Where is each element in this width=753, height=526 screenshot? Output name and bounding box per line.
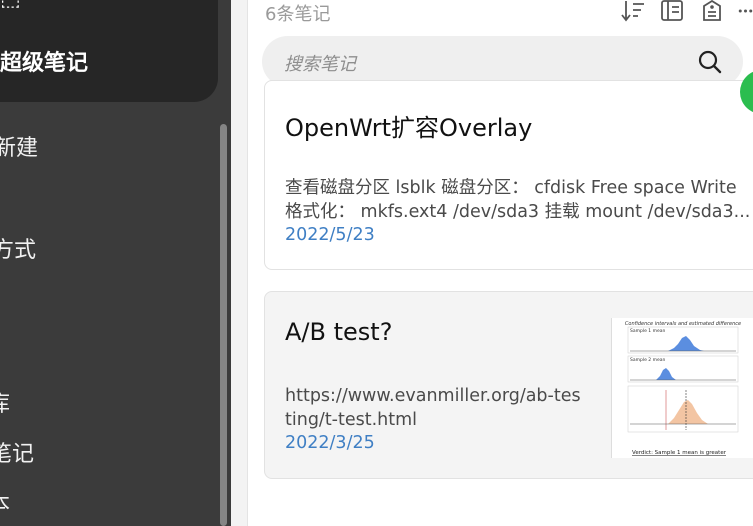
note-title: OpenWrt扩容Overlay bbox=[285, 114, 533, 142]
note-tag-icon[interactable] bbox=[700, 0, 724, 22]
sidebar-item-notes[interactable]: 笔记 bbox=[0, 436, 34, 468]
note-preview-line1: 查看磁盘分区 lsblk 磁盘分区： cfdisk Free space Wri… bbox=[285, 178, 737, 198]
search-icon[interactable] bbox=[697, 49, 723, 79]
sidebar-scrollbar[interactable] bbox=[220, 124, 227, 526]
thumb-panel2-label: Sample 2 mean bbox=[630, 357, 666, 363]
sidebar-item-partial[interactable]: ⬚ bbox=[0, 0, 21, 11]
note-card[interactable]: OpenWrt扩容Overlay 查看磁盘分区 lsblk 磁盘分区： cfdi… bbox=[264, 80, 753, 270]
thumb-panel1-label: Sample 1 mean bbox=[630, 328, 666, 334]
note-thumbnail: Confidence intervals and estimated diffe… bbox=[611, 318, 753, 458]
notes-count-label: 6条笔记 bbox=[265, 4, 331, 25]
search-input[interactable]: 搜索笔记 bbox=[284, 50, 356, 76]
sidebar-item-super-notes[interactable]: 超级笔记 bbox=[0, 45, 88, 77]
pane-divider[interactable] bbox=[231, 0, 248, 526]
sidebar-item-library[interactable]: 库 bbox=[0, 386, 10, 418]
more-icon[interactable] bbox=[738, 0, 753, 22]
view-layout-icon[interactable] bbox=[659, 0, 685, 22]
sidebar-item-notebook[interactable]: 本 bbox=[0, 486, 10, 518]
thumbnail-chart-image: Confidence intervals and estimated diffe… bbox=[625, 321, 741, 456]
note-preview-line2: ting/t-test.html bbox=[285, 410, 418, 430]
sidebar-item-method[interactable]: 方式 bbox=[0, 232, 36, 264]
note-preview-line2: 格式化： mkfs.ext4 /dev/sda3 挂载 mount /dev/s… bbox=[285, 202, 751, 222]
note-date: 2022/3/25 bbox=[285, 433, 375, 453]
note-title: A/B test? bbox=[285, 318, 393, 346]
thumb-footer: Verdict: Sample 1 mean is greater bbox=[632, 450, 727, 456]
note-preview-line1: https://www.evanmiller.org/ab-tes bbox=[285, 386, 581, 406]
sort-icon[interactable] bbox=[620, 0, 646, 22]
note-date: 2022/5/23 bbox=[285, 225, 375, 245]
sidebar: ⬚ 超级笔记 新建 方式 库 笔记 本 bbox=[0, 0, 231, 526]
thumb-heading: Confidence intervals and estimated diffe… bbox=[625, 321, 741, 327]
sidebar-item-new[interactable]: 新建 bbox=[0, 130, 38, 162]
